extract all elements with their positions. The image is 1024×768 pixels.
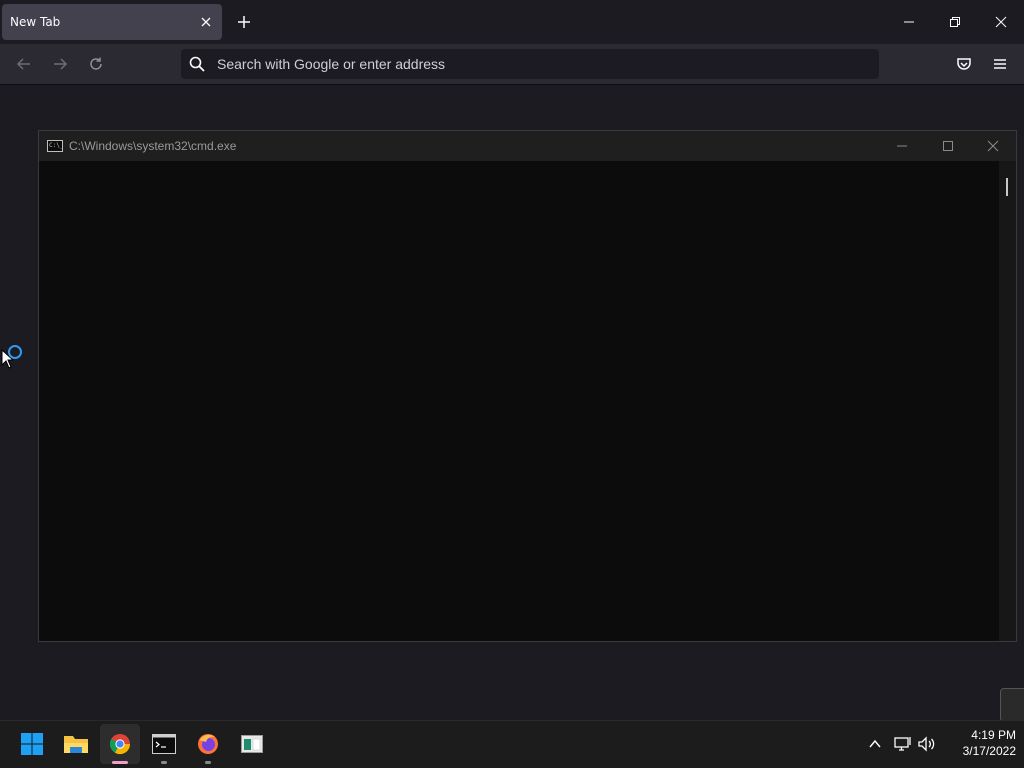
- taskbar-chrome[interactable]: [100, 724, 140, 764]
- minimize-button[interactable]: [886, 0, 932, 44]
- chevron-up-icon: [869, 739, 881, 748]
- active-app-indicator: [112, 761, 128, 764]
- taskbar-command-prompt[interactable]: [144, 724, 184, 764]
- tab-new-tab[interactable]: New Tab: [2, 4, 222, 40]
- cmd-maximize-button[interactable]: [925, 131, 971, 161]
- terminal-icon: C:\_: [47, 140, 63, 152]
- close-icon: [995, 16, 1007, 28]
- volume-button[interactable]: [916, 733, 938, 755]
- windows-logo-icon: [21, 733, 43, 755]
- cmd-window-title: C:\Windows\system32\cmd.exe: [69, 139, 237, 153]
- search-input[interactable]: [215, 55, 879, 73]
- reload-icon: [90, 57, 102, 70]
- chrome-icon: [109, 734, 131, 755]
- cmd-scrollbar[interactable]: [999, 161, 1016, 641]
- cmd-title-bar[interactable]: C:\_ C:\Windows\system32\cmd.exe: [39, 131, 1016, 161]
- pocket-icon: [957, 58, 971, 70]
- folder-icon: [64, 736, 88, 753]
- taskbar-app[interactable]: [232, 724, 272, 764]
- running-app-indicator: [205, 761, 211, 764]
- taskbar-file-explorer[interactable]: [56, 724, 96, 764]
- hamburger-menu-icon: [994, 59, 1006, 69]
- taskbar-firefox[interactable]: [188, 724, 228, 764]
- plus-icon: [238, 16, 250, 28]
- close-tab-icon[interactable]: [198, 14, 214, 30]
- restore-icon: [950, 17, 960, 27]
- firefox-icon: [198, 734, 218, 754]
- maximize-icon: [943, 141, 953, 151]
- command-prompt-window[interactable]: C:\_ C:\Windows\system32\cmd.exe: [38, 130, 1017, 642]
- browser-tab-strip: New Tab: [0, 0, 1024, 44]
- reload-button[interactable]: [82, 50, 110, 78]
- network-status-button[interactable]: [892, 733, 914, 755]
- restore-button[interactable]: [932, 0, 978, 44]
- arrow-left-icon: [16, 58, 30, 70]
- window-preview-thumbnail[interactable]: [1000, 688, 1024, 722]
- pocket-button[interactable]: [950, 50, 978, 78]
- desktop-screen: New Tab Search with Google or enter addr…: [0, 0, 1024, 768]
- start-button[interactable]: [12, 724, 52, 764]
- window-app-icon: [241, 735, 263, 753]
- back-button[interactable]: [10, 50, 38, 78]
- address-bar[interactable]: [181, 49, 879, 79]
- terminal-icon: [152, 734, 176, 754]
- cmd-minimize-button[interactable]: [879, 131, 925, 161]
- clock-time: 4:19 PM: [971, 728, 1016, 742]
- search-icon: [189, 56, 205, 72]
- minimize-icon: [904, 21, 914, 23]
- new-tab-button[interactable]: [232, 10, 256, 34]
- speaker-icon: [918, 736, 935, 752]
- browser-navigation-toolbar: [0, 44, 1024, 85]
- arrow-right-icon: [54, 58, 68, 70]
- forward-button[interactable]: [46, 50, 74, 78]
- network-icon: [894, 737, 911, 751]
- cmd-console-area[interactable]: [39, 161, 999, 641]
- clock-date: 3/17/2022: [962, 744, 1016, 758]
- close-window-button[interactable]: [978, 0, 1024, 44]
- tab-title: New Tab: [10, 15, 61, 29]
- show-hidden-icons-button[interactable]: [864, 733, 886, 755]
- app-menu-button[interactable]: [986, 50, 1014, 78]
- running-app-indicator: [161, 761, 167, 764]
- busy-spinner-icon: [8, 345, 22, 359]
- cmd-close-button[interactable]: [970, 131, 1016, 161]
- scrollbar-thumb[interactable]: [1006, 178, 1008, 196]
- taskbar-clock[interactable]: 4:19 PM 3/17/2022: [940, 727, 1016, 763]
- close-icon: [987, 140, 999, 152]
- windows-taskbar: 4:19 PM 3/17/2022: [0, 720, 1024, 768]
- minimize-icon: [897, 145, 907, 147]
